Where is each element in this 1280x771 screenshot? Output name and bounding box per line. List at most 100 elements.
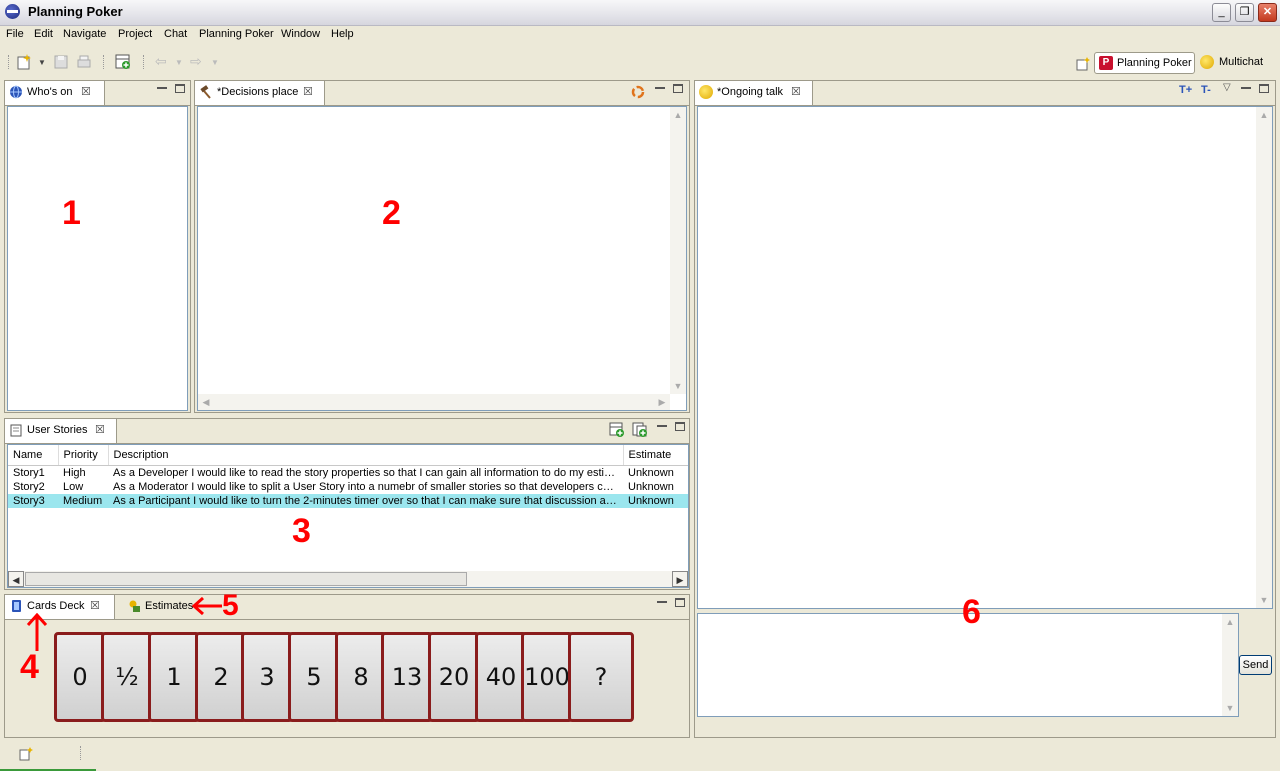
card-13[interactable]: 13 xyxy=(381,632,433,722)
table-row[interactable]: Story1 High As a Developer I would like … xyxy=(8,466,688,481)
menu-project[interactable]: Project xyxy=(118,28,152,40)
menu-chat[interactable]: Chat xyxy=(164,28,187,40)
vertical-scrollbar[interactable]: ▲ ▼ xyxy=(670,107,686,394)
table-row-selected[interactable]: Story3 Medium As a Participant I would l… xyxy=(8,494,688,508)
tab-whos-on[interactable]: Who's on ☒ xyxy=(5,81,105,105)
maximize-icon[interactable] xyxy=(1259,84,1269,93)
open-perspective-icon[interactable] xyxy=(1075,56,1091,72)
view-menu-icon[interactable]: ▽ xyxy=(1223,82,1231,93)
story-description: As a Developer I would like to read the … xyxy=(113,467,623,479)
maximize-icon[interactable] xyxy=(673,84,683,93)
close-tab-icon[interactable]: ☒ xyxy=(95,419,105,442)
vertical-scrollbar[interactable]: ▲ ▼ xyxy=(1256,107,1272,608)
horizontal-scrollbar[interactable]: ◀ ▶ xyxy=(8,571,688,587)
scroll-up-icon[interactable]: ▲ xyxy=(1222,614,1238,630)
close-tab-icon[interactable]: ☒ xyxy=(791,81,801,104)
perspective-planning-poker[interactable]: P Planning Poker xyxy=(1094,52,1195,74)
menu-planning-poker[interactable]: Planning Poker xyxy=(199,28,274,40)
annotation-label: 5 xyxy=(222,589,239,622)
card-0[interactable]: 0 xyxy=(54,632,106,722)
column-header-name[interactable]: Name xyxy=(8,445,59,466)
menu-file[interactable]: File xyxy=(6,28,24,40)
back-dropdown-icon[interactable]: ▼ xyxy=(175,58,183,67)
close-tab-icon[interactable]: ☒ xyxy=(303,81,313,104)
tab-label: *Ongoing talk xyxy=(717,86,784,98)
tab-ongoing-talk[interactable]: *Ongoing talk ☒ xyxy=(695,81,813,105)
refresh-icon[interactable] xyxy=(631,85,645,99)
menu-navigate[interactable]: Navigate xyxy=(63,28,106,40)
scroll-right-icon[interactable]: ▶ xyxy=(672,571,688,587)
scroll-left-icon[interactable]: ◀ xyxy=(198,394,214,410)
menu-window[interactable]: Window xyxy=(281,28,320,40)
tab-decisions-place[interactable]: *Decisions place ☒ xyxy=(195,81,325,105)
forward-dropdown-icon[interactable]: ▼ xyxy=(211,58,219,67)
scroll-thumb[interactable] xyxy=(25,572,467,586)
card-5[interactable]: 5 xyxy=(288,632,340,722)
card-unknown[interactable]: ? xyxy=(568,632,634,722)
status-bar xyxy=(0,740,1280,771)
increase-font-icon[interactable]: T+ xyxy=(1179,84,1192,96)
tab-label: *Decisions place xyxy=(217,86,299,98)
tab-user-stories[interactable]: User Stories ☒ xyxy=(5,419,117,443)
back-icon[interactable]: ⇦ xyxy=(155,53,167,70)
perspective-label: Multichat xyxy=(1219,56,1264,68)
card-100[interactable]: 100 xyxy=(521,632,573,722)
close-tab-icon[interactable]: ☒ xyxy=(81,81,91,104)
chat-history[interactable]: ▲ ▼ xyxy=(697,106,1273,609)
minimize-icon[interactable] xyxy=(655,85,665,89)
split-story-icon[interactable] xyxy=(632,422,648,438)
card-2[interactable]: 2 xyxy=(195,632,247,722)
annotation-label: 4 xyxy=(20,648,39,686)
scroll-up-icon[interactable]: ▲ xyxy=(1256,107,1272,123)
forward-icon[interactable]: ⇨ xyxy=(190,53,202,70)
minimize-icon[interactable] xyxy=(657,423,667,427)
card-8[interactable]: 8 xyxy=(335,632,387,722)
card-20[interactable]: 20 xyxy=(428,632,480,722)
save-icon[interactable] xyxy=(52,53,70,71)
minimize-icon[interactable] xyxy=(657,599,667,603)
whos-on-list[interactable] xyxy=(7,106,188,411)
gavel-icon xyxy=(200,85,211,99)
card-1[interactable]: 1 xyxy=(148,632,200,722)
horizontal-scrollbar[interactable]: ◀ ▶ xyxy=(198,394,670,410)
vertical-scrollbar[interactable]: ▲ ▼ xyxy=(1222,614,1238,716)
add-story-icon[interactable] xyxy=(609,422,625,438)
card-40[interactable]: 40 xyxy=(475,632,527,722)
new-icon[interactable] xyxy=(16,53,34,71)
column-header-estimate[interactable]: Estimate xyxy=(623,445,688,466)
close-tab-icon[interactable]: ☒ xyxy=(90,595,100,618)
scroll-down-icon[interactable]: ▼ xyxy=(1256,592,1272,608)
send-button[interactable]: Send xyxy=(1239,655,1272,675)
multichat-icon xyxy=(1200,55,1214,69)
card-3[interactable]: 3 xyxy=(241,632,293,722)
menu-help[interactable]: Help xyxy=(331,28,354,40)
minimize-icon[interactable] xyxy=(1241,85,1251,89)
decrease-font-icon[interactable]: T- xyxy=(1201,84,1211,96)
scroll-left-icon[interactable]: ◀ xyxy=(8,571,24,587)
column-header-priority[interactable]: Priority xyxy=(58,445,109,466)
maximize-icon[interactable] xyxy=(675,598,685,607)
fast-view-icon[interactable] xyxy=(18,746,34,762)
maximize-icon[interactable] xyxy=(175,84,185,93)
restore-button[interactable]: ❐ xyxy=(1235,3,1254,22)
add-story-icon[interactable] xyxy=(114,53,132,71)
decisions-area[interactable]: ▲ ▼ ◀ ▶ xyxy=(197,106,687,411)
annotation-label: 6 xyxy=(962,593,981,631)
minimize-icon[interactable] xyxy=(157,85,167,89)
maximize-icon[interactable] xyxy=(675,422,685,431)
scroll-up-icon[interactable]: ▲ xyxy=(670,107,686,123)
minimize-button[interactable]: _ xyxy=(1212,3,1231,22)
tab-estimates[interactable]: Estimates xyxy=(123,595,203,619)
close-button[interactable]: ✕ xyxy=(1258,3,1277,22)
scroll-right-icon[interactable]: ▶ xyxy=(654,394,670,410)
new-dropdown-icon[interactable]: ▼ xyxy=(38,58,46,67)
column-header-description[interactable]: Description xyxy=(108,445,624,466)
print-icon[interactable] xyxy=(75,53,93,71)
scroll-down-icon[interactable]: ▼ xyxy=(1222,700,1238,716)
perspective-multichat[interactable]: Multichat xyxy=(1198,52,1268,74)
tab-label: Cards Deck xyxy=(27,600,85,612)
menu-edit[interactable]: Edit xyxy=(34,28,53,40)
card-half[interactable]: ½ xyxy=(101,632,153,722)
scroll-down-icon[interactable]: ▼ xyxy=(670,378,686,394)
table-row[interactable]: Story2 Low As a Moderator I would like t… xyxy=(8,480,688,494)
